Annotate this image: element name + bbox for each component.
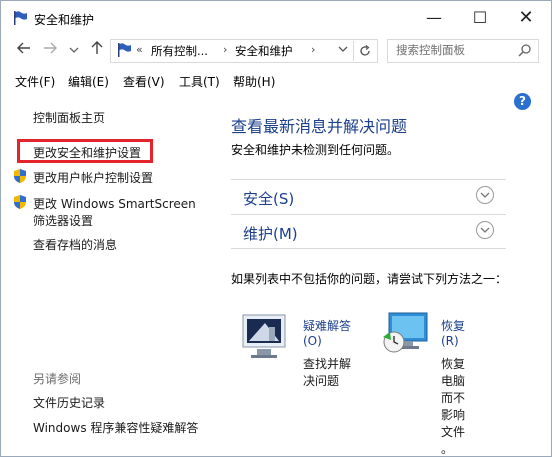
change-security-settings-link[interactable]: 更改安全和维护设置 xyxy=(33,144,141,161)
title-bar: 安全和维护 — ☐ ✕ xyxy=(1,1,551,35)
breadcrumb-separator[interactable]: › xyxy=(223,43,227,56)
menu-help[interactable]: 帮助(H) xyxy=(233,73,275,90)
menu-file[interactable]: 文件(F) xyxy=(15,73,55,90)
change-uac-settings-link[interactable]: 更改用户帐户控制设置 xyxy=(33,169,153,186)
page-subtitle: 安全和维护未检测到任何问题。 xyxy=(231,143,400,157)
troubleshooting-description-line2: 决问题 xyxy=(303,374,340,388)
menu-bar: 文件(F) 编辑(E) 查看(V) 工具(T) 帮助(H) xyxy=(1,71,551,91)
view-archived-messages-link[interactable]: 查看存档的消息 xyxy=(33,236,117,253)
page-title: 查看最新消息并解决问题 xyxy=(231,117,408,136)
control-panel-window: 安全和维护 — ☐ ✕ « 所有控制... › 安全和维护 › 搜索控制面板 文… xyxy=(0,0,552,457)
menu-view[interactable]: 查看(V) xyxy=(123,73,165,90)
navigation-bar: « 所有控制... › 安全和维护 › xyxy=(1,35,551,67)
recovery-description: 恢复 xyxy=(441,357,466,371)
address-bar[interactable]: « 所有控制... › 安全和维护 › xyxy=(110,39,378,63)
uac-shield-icon xyxy=(12,194,28,213)
chevron-down-icon[interactable] xyxy=(476,221,494,239)
recovery-description: 影响 xyxy=(441,408,466,422)
security-flag-icon xyxy=(13,11,28,28)
maximize-button[interactable]: ☐ xyxy=(457,1,503,35)
uac-shield-icon xyxy=(12,168,28,187)
security-flag-icon xyxy=(117,43,132,60)
breadcrumb-separator[interactable]: › xyxy=(311,43,315,56)
security-section-label[interactable]: 安全(S) xyxy=(243,188,294,209)
minimize-button[interactable]: — xyxy=(411,1,457,35)
recovery-description: 而不 xyxy=(441,391,466,405)
divider xyxy=(231,214,506,215)
control-panel-home-link[interactable]: 控制面板主页 xyxy=(33,109,105,126)
recovery-description: 。 xyxy=(441,442,454,456)
up-arrow-icon[interactable] xyxy=(88,41,106,59)
smartscreen-settings-link[interactable]: 更改 Windows SmartScreen xyxy=(33,195,196,212)
see-also-heading: 另请参阅 xyxy=(33,372,82,386)
maintenance-section[interactable]: 维护(M) xyxy=(231,214,506,248)
search-input[interactable] xyxy=(388,40,516,60)
recovery-icon[interactable] xyxy=(379,311,431,360)
troubleshooting-link[interactable]: 疑难解答 xyxy=(303,317,351,334)
recovery-description: 电脑 xyxy=(441,374,466,388)
maintenance-section-label[interactable]: 维护(M) xyxy=(243,223,298,244)
troubleshooting-icon[interactable] xyxy=(241,313,293,362)
chevron-down-icon[interactable] xyxy=(65,41,83,59)
divider xyxy=(231,179,506,180)
breadcrumb-overflow[interactable]: « xyxy=(136,43,143,56)
breadcrumb-all-control[interactable]: 所有控制... xyxy=(151,43,208,59)
forward-arrow-icon[interactable] xyxy=(41,41,59,59)
menu-edit[interactable]: 编辑(E) xyxy=(68,73,109,90)
close-button[interactable]: ✕ xyxy=(503,1,549,35)
compatibility-troubleshooter-link[interactable]: Windows 程序兼容性疑难解答 xyxy=(33,419,198,436)
recovery-link[interactable]: 恢复 xyxy=(441,317,465,334)
chevron-down-icon[interactable] xyxy=(476,186,494,204)
suggestion-text: 如果列表中不包括你的问题，请尝试下列方法之一： xyxy=(231,272,508,286)
troubleshooting-description: 查找并解 xyxy=(303,357,352,371)
troubleshooting-link-key[interactable]: (O) xyxy=(303,334,322,348)
help-icon[interactable]: ? xyxy=(514,93,531,110)
address-dropdown-icon[interactable] xyxy=(338,43,348,56)
smartscreen-settings-link-line2[interactable]: 筛选器设置 xyxy=(33,212,93,229)
breadcrumb-current[interactable]: 安全和维护 xyxy=(235,43,293,59)
recovery-link-key[interactable]: (R) xyxy=(441,334,459,348)
divider xyxy=(231,248,506,249)
window-title: 安全和维护 xyxy=(34,13,95,27)
search-box[interactable] xyxy=(387,39,539,63)
security-section[interactable]: 安全(S) xyxy=(231,179,506,213)
menu-tools[interactable]: 工具(T) xyxy=(179,73,220,90)
file-history-link[interactable]: 文件历史记录 xyxy=(33,394,105,411)
search-icon[interactable] xyxy=(518,43,532,60)
refresh-icon[interactable] xyxy=(353,41,376,61)
back-arrow-icon[interactable] xyxy=(15,41,33,59)
recovery-description: 文件 xyxy=(441,425,466,439)
